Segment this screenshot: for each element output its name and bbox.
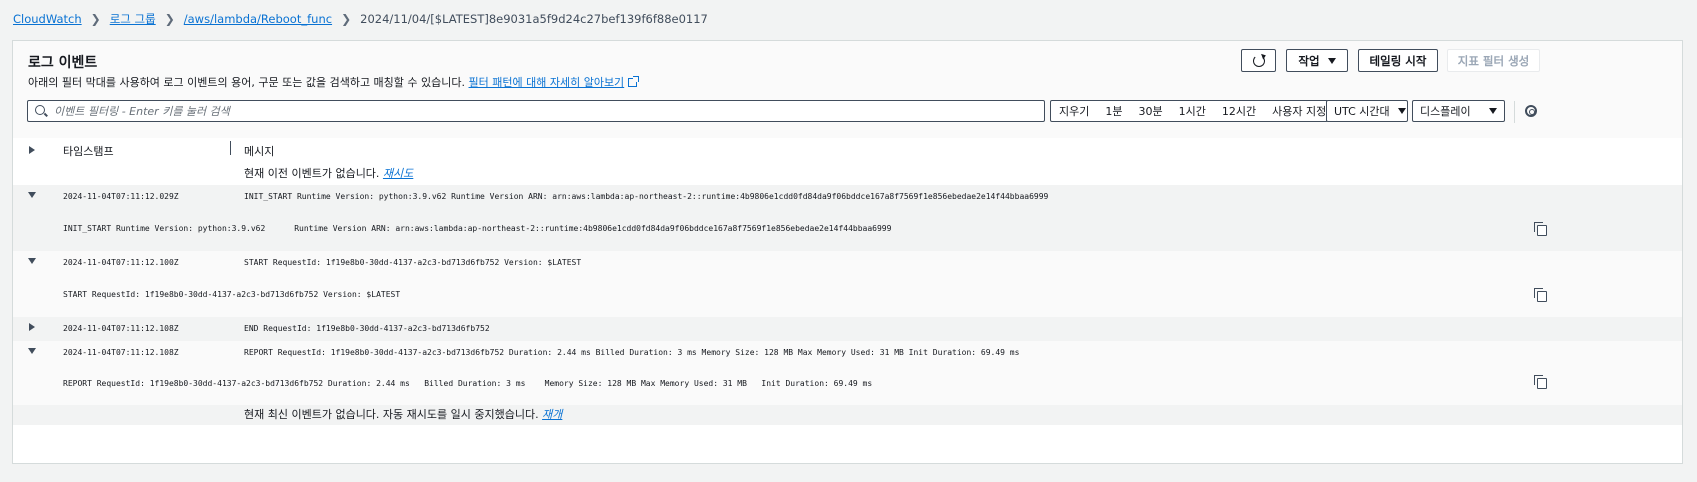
event-expanded-message: START RequestId: 1f19e8b0-30dd-4137-a2c3… <box>63 290 401 299</box>
create-metric-filter-label: 지표 필터 생성 <box>1457 53 1530 68</box>
clear-button[interactable]: 지우기 <box>1051 103 1097 119</box>
table-row[interactable]: 2024-11-04T07:11:12.100Z START RequestId… <box>13 251 1682 317</box>
log-events-panel: 로그 이벤트 아래의 필터 막대를 사용하여 로그 이벤트의 용어, 구문 또는… <box>12 40 1683 464</box>
caret-down-icon <box>1397 108 1406 114</box>
range-custom[interactable]: 사용자 지정 <box>1264 103 1334 119</box>
no-newer-text: 현재 최신 이벤트가 없습니다. 자동 재시도를 일시 중지했습니다. <box>244 408 539 421</box>
table-row[interactable]: 2024-11-04T07:11:12.108Z REPORT RequestI… <box>13 341 1682 405</box>
time-range-selector: 지우기 1분 30분 1시간 12시간 사용자 지정 <box>1050 100 1349 122</box>
caret-down-icon <box>1327 57 1336 64</box>
event-message: END RequestId: 1f19e8b0-30dd-4137-a2c3-b… <box>244 324 490 333</box>
chevron-right-icon: ❯ <box>164 12 175 26</box>
event-message: START RequestId: 1f19e8b0-30dd-4137-a2c3… <box>244 258 582 267</box>
learn-more-link[interactable]: 필터 패턴에 대해 자세히 알아보기 <box>469 76 625 89</box>
breadcrumb-log-group[interactable]: /aws/lambda/Reboot_func <box>184 12 332 26</box>
divider <box>1514 101 1515 123</box>
event-message: INIT_START Runtime Version: python:3.9.v… <box>244 192 1049 201</box>
table-row[interactable]: 2024-11-04T07:11:12.108Z END RequestId: … <box>13 317 1682 341</box>
refresh-button[interactable] <box>1241 49 1276 72</box>
actions-label: 작업 <box>1298 53 1320 68</box>
filter-search-box <box>27 100 1045 122</box>
caret-down-icon <box>1489 108 1497 114</box>
timezone-select[interactable]: UTC 시간대 <box>1326 100 1408 122</box>
gear-icon[interactable] <box>1525 105 1537 117</box>
event-expanded-message: INIT_START Runtime Version: python:3.9.v… <box>63 224 892 233</box>
display-label: 디스플레이 <box>1420 105 1471 118</box>
message-column-header[interactable]: 메시지 <box>244 143 274 159</box>
event-message: REPORT RequestId: 1f19e8b0-30dd-4137-a2c… <box>244 348 1020 357</box>
copy-icon[interactable] <box>1534 222 1547 236</box>
range-30m[interactable]: 30분 <box>1131 103 1171 119</box>
column-divider[interactable] <box>230 141 231 155</box>
no-newer-events-row: 현재 최신 이벤트가 없습니다. 자동 재시도를 일시 중지했습니다. 재개 <box>13 405 1682 425</box>
filter-events-input[interactable] <box>52 102 1036 121</box>
breadcrumb: CloudWatch ❯ 로그 그룹 ❯ /aws/lambda/Reboot_… <box>13 11 708 27</box>
page-title: 로그 이벤트 <box>28 55 98 71</box>
collapse-icon[interactable] <box>28 348 36 354</box>
range-12h[interactable]: 12시간 <box>1214 103 1264 119</box>
timestamp-column-header[interactable]: 타임스탬프 <box>63 143 114 159</box>
breadcrumb-cloudwatch[interactable]: CloudWatch <box>13 12 82 26</box>
breadcrumb-log-groups[interactable]: 로그 그룹 <box>110 11 156 27</box>
event-timestamp: 2024-11-04T07:11:12.108Z <box>63 324 179 333</box>
resume-link[interactable]: 재개 <box>542 408 562 421</box>
retry-link[interactable]: 재시도 <box>383 167 413 180</box>
copy-icon[interactable] <box>1534 288 1547 302</box>
range-1h[interactable]: 1시간 <box>1171 103 1214 119</box>
chevron-right-icon: ❯ <box>341 12 352 26</box>
no-newer-events-message: 현재 최신 이벤트가 없습니다. 자동 재시도를 일시 중지했습니다. 재개 <box>244 406 562 422</box>
breadcrumb-current: 2024/11/04/[$LATEST]8e9031a5f9d24c27bef1… <box>360 12 708 26</box>
chevron-right-icon: ❯ <box>90 12 101 26</box>
event-expanded-message: REPORT RequestId: 1f19e8b0-30dd-4137-a2c… <box>63 379 873 388</box>
timezone-label: UTC 시간대 <box>1334 105 1390 118</box>
actions-button[interactable]: 작업 <box>1286 49 1348 72</box>
create-metric-filter-button[interactable]: 지표 필터 생성 <box>1447 49 1540 72</box>
event-timestamp: 2024-11-04T07:11:12.100Z <box>63 258 179 267</box>
copy-icon[interactable] <box>1534 375 1547 389</box>
start-tailing-label: 테일링 시작 <box>1369 53 1427 68</box>
table-header: 타임스탬프 메시지 <box>13 138 1682 162</box>
refresh-icon <box>1252 54 1265 67</box>
expand-all-icon[interactable] <box>29 146 35 154</box>
no-older-text: 현재 이전 이벤트가 없습니다. <box>244 167 380 180</box>
table-row[interactable]: 2024-11-04T07:11:12.029Z INIT_START Runt… <box>13 185 1682 251</box>
start-tailing-button[interactable]: 테일링 시작 <box>1358 49 1438 72</box>
collapse-icon[interactable] <box>28 192 36 198</box>
external-link-icon <box>628 76 640 87</box>
panel-description: 아래의 필터 막대를 사용하여 로그 이벤트의 용어, 구문 또는 값을 검색하… <box>28 74 640 90</box>
event-timestamp: 2024-11-04T07:11:12.108Z <box>63 348 179 357</box>
event-timestamp: 2024-11-04T07:11:12.029Z <box>63 192 179 201</box>
description-text: 아래의 필터 막대를 사용하여 로그 이벤트의 용어, 구문 또는 값을 검색하… <box>28 76 466 89</box>
range-1m[interactable]: 1분 <box>1097 103 1130 119</box>
search-icon <box>35 105 45 115</box>
no-older-events-message: 현재 이전 이벤트가 없습니다. 재시도 <box>244 165 413 181</box>
display-select[interactable]: 디스플레이 <box>1412 100 1505 122</box>
expand-icon[interactable] <box>29 323 35 331</box>
collapse-icon[interactable] <box>28 258 36 264</box>
